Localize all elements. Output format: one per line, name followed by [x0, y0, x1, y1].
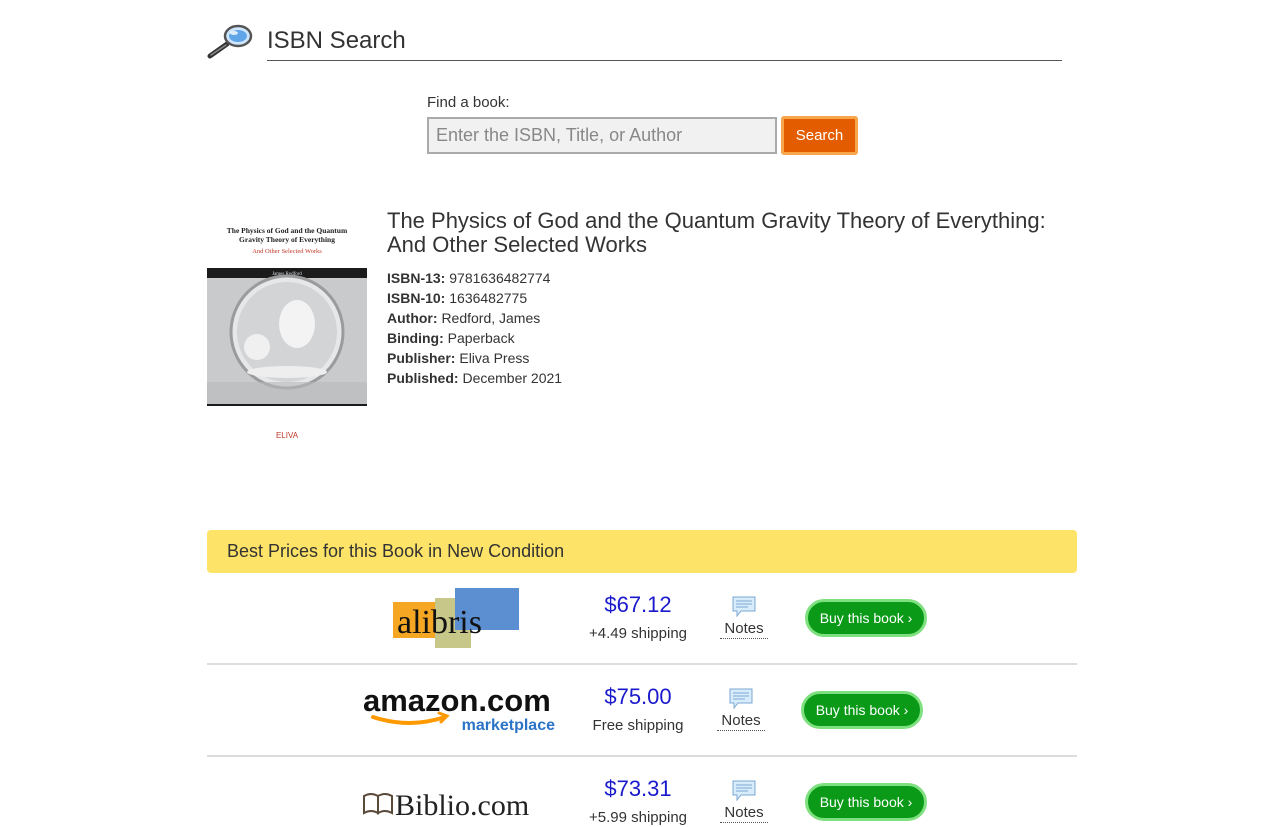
alibris-logo[interactable]: alibris — [393, 588, 521, 648]
isbn13-row: ISBN-13: 9781636482774 — [387, 268, 562, 288]
binding-row: Binding: Paperback — [387, 328, 562, 348]
amazon-marketplace-logo[interactable]: amazon.com marketplace — [361, 681, 561, 733]
author-row: Author: Redford, James — [387, 308, 562, 328]
book-title: The Physics of God and the Quantum Gravi… — [387, 208, 1046, 257]
speech-bubble-icon — [729, 688, 753, 710]
isbn13-label: ISBN-13: — [387, 270, 446, 286]
svg-text:amazon.com: amazon.com — [363, 683, 551, 718]
buy-button[interactable]: Buy this book › — [805, 599, 927, 637]
offer-shipping: +5.99 shipping — [589, 809, 687, 826]
notes-label[interactable]: Notes — [717, 712, 765, 731]
notes-link[interactable]: Notes — [718, 780, 770, 823]
buy-button[interactable]: Buy this book › — [801, 691, 923, 729]
publisher-row: Publisher: Eliva Press — [387, 348, 562, 368]
book-details: ISBN-13: 9781636482774 ISBN-10: 16364827… — [387, 268, 562, 388]
offer-price: $75.00 — [604, 684, 672, 709]
author-label: Author: — [387, 310, 438, 326]
publisher-value: Eliva Press — [459, 350, 530, 366]
author-value: Redford, James — [441, 310, 541, 326]
published-label: Published: — [387, 370, 459, 386]
isbn10-label: ISBN-10: — [387, 290, 446, 306]
isbn10-row: ISBN-10: 1636482775 — [387, 288, 562, 308]
cover-subtitle: And Other Selected Works — [252, 248, 322, 255]
svg-text:marketplace: marketplace — [462, 717, 555, 733]
prices-header-text: Best Prices for this Book in New Conditi… — [227, 541, 565, 561]
cover-publisher-mark: ELIVA — [276, 431, 299, 440]
published-value: December 2021 — [462, 370, 563, 386]
cover-title-line2: Gravity Theory of Everything — [239, 235, 335, 244]
published-row: Published: December 2021 — [387, 368, 562, 388]
offer-shipping: +4.49 shipping — [589, 625, 687, 642]
svg-text:Biblio.com: Biblio.com — [395, 789, 529, 822]
offer-row-alibris: alibris $67.12 +4.49 shipping Notes Buy … — [207, 573, 1077, 665]
search-input[interactable] — [427, 117, 777, 154]
search-label: Find a book: — [427, 94, 510, 111]
offer-price: $67.12 — [604, 592, 672, 617]
magnifying-glass-icon[interactable] — [207, 22, 253, 62]
biblio-logo[interactable]: Biblio.com — [361, 783, 555, 823]
notes-link[interactable]: Notes — [715, 688, 767, 731]
prices-header: Best Prices for this Book in New Conditi… — [207, 530, 1077, 573]
notes-label[interactable]: Notes — [720, 620, 768, 639]
buy-button[interactable]: Buy this book › — [805, 783, 927, 821]
search-button[interactable]: Search — [781, 116, 858, 155]
svg-text:alibris: alibris — [397, 604, 482, 641]
publisher-label: Publisher: — [387, 350, 456, 366]
site-title[interactable]: ISBN Search — [267, 27, 406, 55]
offer-row-amazon: amazon.com marketplace $75.00 Free shipp… — [207, 665, 1077, 757]
book-cover-image: The Physics of God and the Quantum Gravi… — [207, 212, 367, 452]
header-divider — [267, 60, 1062, 61]
speech-bubble-icon — [732, 780, 756, 802]
notes-label[interactable]: Notes — [720, 804, 768, 823]
offer-price: $73.31 — [604, 776, 672, 801]
isbn13-value: 9781636482774 — [449, 270, 551, 286]
binding-value: Paperback — [447, 330, 515, 346]
speech-bubble-icon — [732, 596, 756, 618]
site-header: ISBN Search — [207, 22, 1062, 62]
isbn10-value: 1636482775 — [449, 290, 528, 306]
offer-row-biblio: Biblio.com $73.31 +5.99 shipping Notes B… — [207, 757, 1077, 827]
cover-title-line1: The Physics of God and the Quantum — [227, 226, 348, 235]
offer-shipping: Free shipping — [592, 717, 684, 734]
notes-link[interactable]: Notes — [718, 596, 770, 639]
binding-label: Binding: — [387, 330, 444, 346]
